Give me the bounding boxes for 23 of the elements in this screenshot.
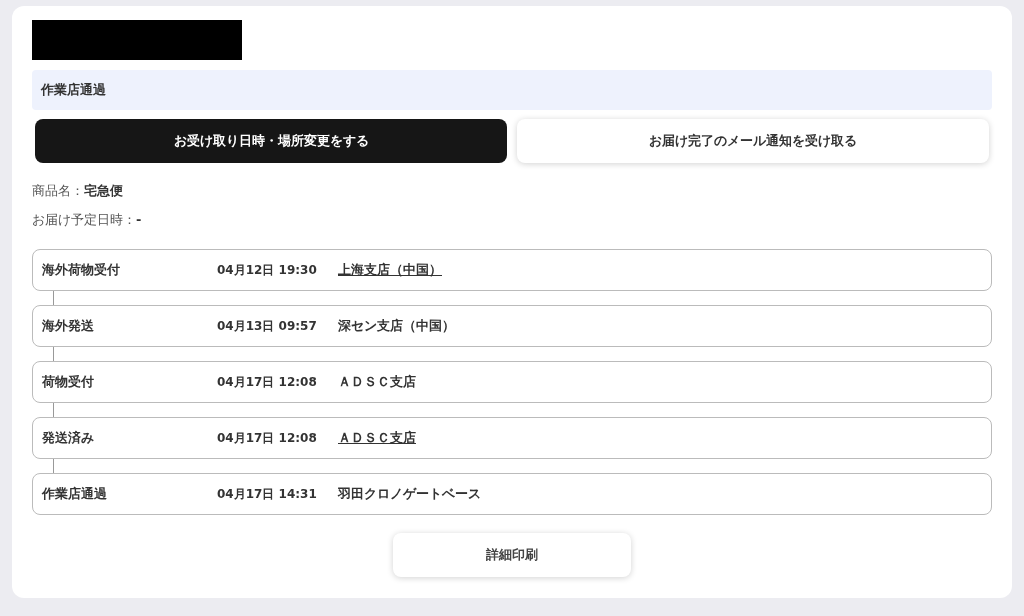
datetime-text: 04月17日 14:31	[217, 486, 318, 503]
status-banner: 作業店通過	[32, 70, 992, 110]
status-text: 海外発送	[42, 317, 95, 336]
info-value: -	[136, 210, 142, 229]
status-text: 荷物受付	[42, 373, 95, 392]
datetime-text: 04月17日 12:08	[217, 374, 318, 391]
location-link[interactable]: 上海支店（中国）	[338, 260, 442, 280]
datetime-text: 04月13日 09:57	[217, 318, 318, 335]
status-text: 作業店通過	[42, 485, 108, 504]
datetime-text: 04月12日 19:30	[217, 262, 318, 279]
status-text: 海外荷物受付	[42, 261, 121, 280]
location-text: 羽田クロノゲートベース	[338, 485, 481, 504]
location-text: ＡＤＳＣ支店	[338, 373, 416, 392]
print-button[interactable]: 詳細印刷	[393, 533, 631, 577]
info-value: 宅急便	[84, 181, 123, 200]
status-text: 発送済み	[42, 429, 95, 448]
info-label: 商品名：	[32, 181, 84, 200]
action-button[interactable]: お届け完了のメール通知を受け取る	[517, 119, 989, 163]
location-link[interactable]: ＡＤＳＣ支店	[338, 428, 416, 448]
action-button[interactable]: お受け取り日時・場所変更をする	[35, 119, 507, 163]
datetime-text: 04月17日 12:08	[217, 430, 318, 447]
info-label: お届け予定日時：	[32, 210, 136, 229]
location-text: 深セン支店（中国）	[338, 317, 455, 336]
